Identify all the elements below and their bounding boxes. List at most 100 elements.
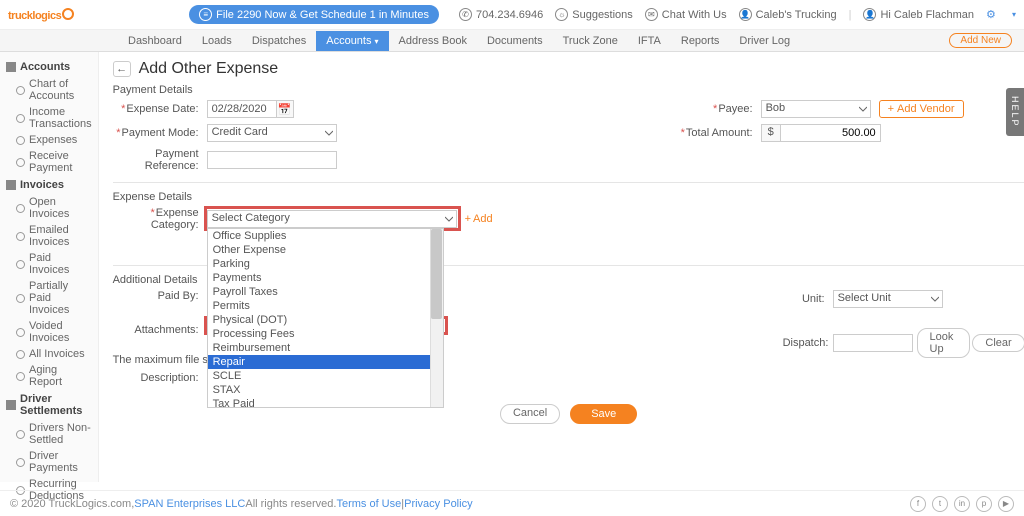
cancel-button[interactable]: Cancel bbox=[500, 404, 560, 424]
sidebar-item-aging-report[interactable]: Aging Report bbox=[0, 362, 98, 390]
expense-date-input[interactable] bbox=[207, 100, 277, 118]
pinterest-icon[interactable]: p bbox=[976, 496, 992, 512]
category-option-reimbursement[interactable]: Reimbursement bbox=[208, 341, 443, 355]
calendar-icon[interactable]: 📅 bbox=[276, 100, 294, 118]
nav-loads[interactable]: Loads bbox=[192, 31, 242, 51]
category-option-payroll-taxes[interactable]: Payroll Taxes bbox=[208, 285, 443, 299]
clear-button[interactable]: Clear bbox=[972, 334, 1024, 352]
dispatch-input[interactable] bbox=[833, 334, 913, 352]
nav-documents[interactable]: Documents bbox=[477, 31, 553, 51]
category-option-payments[interactable]: Payments bbox=[208, 271, 443, 285]
user-icon: 👤 bbox=[739, 8, 752, 21]
privacy-link[interactable]: Privacy Policy bbox=[404, 498, 472, 510]
span-enterprises-link[interactable]: SPAN Enterprises LLC bbox=[134, 498, 245, 510]
sidebar-item-driver-payments[interactable]: Driver Payments bbox=[0, 448, 98, 476]
nav-reports[interactable]: Reports bbox=[671, 31, 730, 51]
sidebar-item-receive-payment[interactable]: Receive Payment bbox=[0, 148, 98, 176]
add-category-button[interactable]: +Add bbox=[465, 213, 493, 225]
category-option-permits[interactable]: Permits bbox=[208, 299, 443, 313]
bullet-icon bbox=[16, 114, 25, 123]
add-vendor-button[interactable]: +Add Vendor bbox=[879, 100, 964, 118]
category-option-tax-paid[interactable]: Tax Paid bbox=[208, 397, 443, 408]
help-tab[interactable]: HELP bbox=[1006, 88, 1024, 136]
category-option-office-supplies[interactable]: Office Supplies bbox=[208, 229, 443, 243]
sidebar-group-accounts[interactable]: Accounts bbox=[0, 58, 98, 76]
sidebar-item-expenses[interactable]: Expenses bbox=[0, 132, 98, 148]
sidebar-item-all-invoices[interactable]: All Invoices bbox=[0, 346, 98, 362]
category-dropdown-list[interactable]: Office SuppliesOther ExpenseParkingPayme… bbox=[207, 228, 444, 408]
add-new-button[interactable]: Add New bbox=[949, 33, 1012, 48]
nav-dashboard[interactable]: Dashboard bbox=[118, 31, 192, 51]
category-option-physical-dot-[interactable]: Physical (DOT) bbox=[208, 313, 443, 327]
label-expense-date: Expense Date: bbox=[113, 103, 207, 115]
user-greeting[interactable]: 👤Hi Caleb Flachman bbox=[863, 8, 974, 21]
nav-accounts[interactable]: Accounts bbox=[316, 31, 388, 51]
linkedin-icon[interactable]: in bbox=[954, 496, 970, 512]
label-total: Total Amount: bbox=[667, 127, 761, 139]
logo[interactable]: trucklogics bbox=[8, 6, 74, 24]
sidebar: AccountsChart of AccountsIncome Transact… bbox=[0, 52, 99, 482]
sidebar-group-driver-settlements[interactable]: Driver Settlements bbox=[0, 390, 98, 420]
dropdown-scrollbar[interactable] bbox=[430, 229, 443, 407]
category-option-other-expense[interactable]: Other Expense bbox=[208, 243, 443, 257]
payment-reference-input[interactable] bbox=[207, 151, 337, 169]
settings-chevron-icon[interactable]: ▾ bbox=[1012, 10, 1016, 19]
label-description: Description: bbox=[113, 372, 207, 384]
sidebar-item-income-transactions[interactable]: Income Transactions bbox=[0, 104, 98, 132]
nav-address-book[interactable]: Address Book bbox=[389, 31, 477, 51]
file-2290-button[interactable]: ≡File 2290 Now & Get Schedule 1 in Minut… bbox=[189, 5, 439, 24]
sidebar-item-drivers-non-settled[interactable]: Drivers Non-Settled bbox=[0, 420, 98, 448]
sidebar-group-invoices[interactable]: Invoices bbox=[0, 176, 98, 194]
chat-link[interactable]: ✉Chat With Us bbox=[645, 8, 727, 21]
bullet-icon bbox=[16, 86, 25, 95]
facebook-icon[interactable]: f bbox=[910, 496, 926, 512]
twitter-icon[interactable]: t bbox=[932, 496, 948, 512]
category-option-stax[interactable]: STAX bbox=[208, 383, 443, 397]
total-amount-input[interactable] bbox=[781, 124, 881, 142]
category-option-processing-fees[interactable]: Processing Fees bbox=[208, 327, 443, 341]
nav-ifta[interactable]: IFTA bbox=[628, 31, 671, 51]
label-unit: Unit: bbox=[783, 293, 833, 305]
sidebar-item-open-invoices[interactable]: Open Invoices bbox=[0, 194, 98, 222]
nav-driver-log[interactable]: Driver Log bbox=[729, 31, 800, 51]
sidebar-item-emailed-invoices[interactable]: Emailed Invoices bbox=[0, 222, 98, 250]
sidebar-item-paid-invoices[interactable]: Paid Invoices bbox=[0, 250, 98, 278]
group-icon bbox=[6, 180, 16, 190]
logo-loop-icon bbox=[62, 8, 74, 20]
currency-prefix: $ bbox=[761, 124, 781, 142]
expense-category-select[interactable]: Select Category bbox=[207, 210, 457, 228]
nav-dispatches[interactable]: Dispatches bbox=[242, 31, 316, 51]
suggestions-link[interactable]: ☼Suggestions bbox=[555, 8, 633, 21]
back-button[interactable]: ← bbox=[113, 61, 131, 77]
company-link[interactable]: 👤Caleb's Trucking bbox=[739, 8, 837, 21]
nav-truck-zone[interactable]: Truck Zone bbox=[553, 31, 628, 51]
chat-icon: ✉ bbox=[645, 8, 658, 21]
look-up-button[interactable]: Look Up bbox=[917, 328, 970, 358]
payment-mode-select[interactable]: Credit Card bbox=[207, 124, 337, 142]
label-category: Expense Category: bbox=[113, 207, 207, 231]
youtube-icon[interactable]: ▶ bbox=[998, 496, 1014, 512]
label-dispatch: Dispatch: bbox=[783, 337, 833, 349]
sidebar-item-voided-invoices[interactable]: Voided Invoices bbox=[0, 318, 98, 346]
section-payment-details: Payment Details bbox=[113, 84, 1024, 96]
top-bar: trucklogics ≡File 2290 Now & Get Schedul… bbox=[0, 0, 1024, 30]
scroll-icon: ≡ bbox=[199, 8, 212, 21]
group-icon bbox=[6, 400, 16, 410]
plus-icon: + bbox=[465, 213, 471, 225]
dropdown-scroll-thumb[interactable] bbox=[431, 229, 442, 319]
sidebar-item-partially-paid-invoices[interactable]: Partially Paid Invoices bbox=[0, 278, 98, 318]
terms-link[interactable]: Terms of Use bbox=[336, 498, 401, 510]
sidebar-item-chart-of-accounts[interactable]: Chart of Accounts bbox=[0, 76, 98, 104]
bullet-icon bbox=[16, 204, 25, 213]
unit-select[interactable]: Select Unit bbox=[833, 290, 943, 308]
avatar-icon: 👤 bbox=[863, 8, 876, 21]
content-area: ← Add Other Expense Payment Details Expe… bbox=[99, 52, 1024, 482]
category-option-scle[interactable]: SCLE bbox=[208, 369, 443, 383]
payee-select[interactable]: Bob bbox=[761, 100, 871, 118]
bullet-icon bbox=[16, 458, 25, 467]
category-option-parking[interactable]: Parking bbox=[208, 257, 443, 271]
save-button[interactable]: Save bbox=[570, 404, 637, 424]
settings-icon[interactable]: ⚙ bbox=[986, 8, 1000, 22]
phone-link[interactable]: ✆704.234.6946 bbox=[459, 8, 543, 21]
category-option-repair[interactable]: Repair bbox=[208, 355, 443, 369]
